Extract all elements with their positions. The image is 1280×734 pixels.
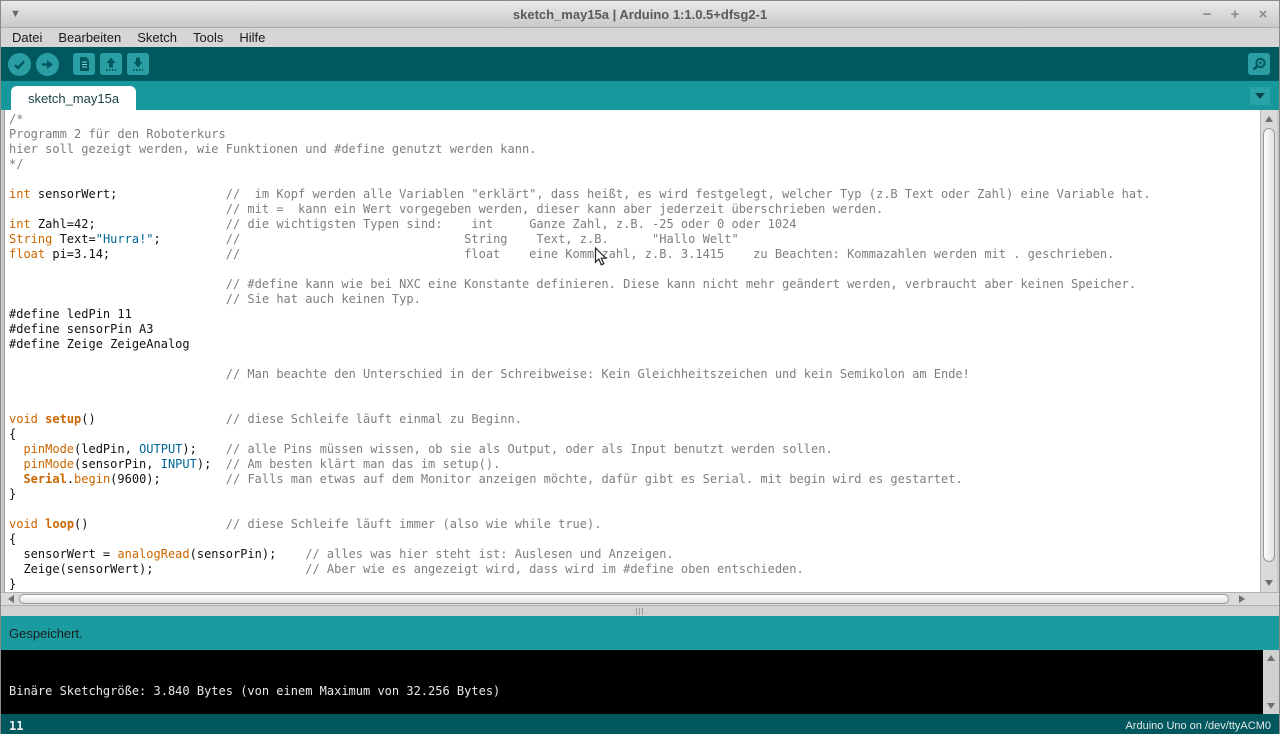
chevron-down-icon xyxy=(1255,93,1265,99)
verify-button[interactable] xyxy=(8,53,31,76)
scroll-left-icon[interactable] xyxy=(4,593,18,605)
document-icon xyxy=(76,56,92,72)
code-line xyxy=(9,352,1260,367)
arrow-down-tray-icon xyxy=(130,56,146,72)
upload-button[interactable] xyxy=(36,53,59,76)
tab-bar: sketch_may15a xyxy=(1,81,1279,110)
status-message: Gespeichert. xyxy=(9,626,83,641)
tab-sketch-may15a[interactable]: sketch_may15a xyxy=(11,86,136,110)
splitter-grip-icon xyxy=(636,608,645,615)
code-line: { xyxy=(9,427,1260,442)
code-line: // #define kann wie bei NXC eine Konstan… xyxy=(9,277,1260,292)
code-line: hier soll gezeigt werden, wie Funktionen… xyxy=(9,142,1260,157)
code-line xyxy=(9,382,1260,397)
board-port-info: Arduino Uno on /dev/ttyACM0 xyxy=(1125,720,1271,732)
scroll-up-icon[interactable] xyxy=(1261,112,1277,126)
code-line: #define ledPin 11 xyxy=(9,307,1260,322)
console-scroll-down-icon[interactable] xyxy=(1263,699,1279,713)
footer-status-bar: 11 Arduino Uno on /dev/ttyACM0 xyxy=(1,714,1279,734)
vertical-scrollbar-thumb[interactable] xyxy=(1263,128,1275,562)
console-scroll-up-icon[interactable] xyxy=(1263,651,1279,665)
scroll-right-icon[interactable] xyxy=(1235,593,1249,605)
code-line: pinMode(ledPin, OUTPUT); // alle Pins mü… xyxy=(9,442,1260,457)
code-line: float pi=3.14; // float eine Kommazahl, … xyxy=(9,247,1260,262)
code-line: // Man beachte den Unterschied in der Sc… xyxy=(9,367,1260,382)
code-line: // Sie hat auch keinen Typ. xyxy=(9,292,1260,307)
maximize-button[interactable]: + xyxy=(1227,7,1243,23)
line-number: 11 xyxy=(9,719,23,733)
code-line: } xyxy=(9,577,1260,592)
minimize-button[interactable]: − xyxy=(1199,7,1215,23)
new-sketch-button[interactable] xyxy=(73,53,95,75)
code-line: Programm 2 für den Roboterkurs xyxy=(9,127,1260,142)
code-line: } xyxy=(9,487,1260,502)
code-line: #define sensorPin A3 xyxy=(9,322,1260,337)
code-line xyxy=(9,262,1260,277)
code-line: // mit = kann ein Wert vorgegeben werden… xyxy=(9,202,1260,217)
scroll-down-icon[interactable] xyxy=(1261,576,1277,590)
tab-dropdown-button[interactable] xyxy=(1250,87,1270,105)
mouse-cursor xyxy=(594,247,608,267)
console-scrollbar[interactable] xyxy=(1263,650,1279,714)
code-line xyxy=(9,397,1260,412)
menu-item-hilfe[interactable]: Hilfe xyxy=(231,28,273,47)
code-line: */ xyxy=(9,157,1260,172)
arduino-ide-window: ▼ sketch_may15a | Arduino 1:1.0.5+dfsg2-… xyxy=(0,0,1280,734)
menu-item-datei[interactable]: Datei xyxy=(4,28,50,47)
console-output: Binäre Sketchgröße: 3.840 Bytes (von ein… xyxy=(1,650,1263,714)
code-line: Serial.begin(9600); // Falls man etwas a… xyxy=(9,472,1260,487)
console-splitter[interactable] xyxy=(1,606,1279,616)
menu-item-tools[interactable]: Tools xyxy=(185,28,231,47)
tab-label: sketch_may15a xyxy=(28,91,119,106)
horizontal-scrollbar-thumb[interactable] xyxy=(19,594,1229,604)
check-circle-icon xyxy=(12,57,27,72)
window-title: sketch_may15a | Arduino 1:1.0.5+dfsg2-1 xyxy=(1,7,1279,22)
code-line: void loop() // diese Schleife läuft imme… xyxy=(9,517,1260,532)
toolbar xyxy=(1,47,1279,81)
code-line: int sensorWert; // im Kopf werden alle V… xyxy=(9,187,1260,202)
code-line: pinMode(sensorPin, INPUT); // Am besten … xyxy=(9,457,1260,472)
code-line: Zeige(sensorWert); // Aber wie es angeze… xyxy=(9,562,1260,577)
code-line: String Text="Hurra!"; // String Text, z.… xyxy=(9,232,1260,247)
code-line: /* xyxy=(9,112,1260,127)
editor-vertical-scrollbar[interactable] xyxy=(1260,110,1277,592)
editor-horizontal-scrollbar[interactable] xyxy=(1,592,1279,606)
code-line: void setup() // diese Schleife läuft ein… xyxy=(9,412,1260,427)
code-line xyxy=(9,172,1260,187)
open-button[interactable] xyxy=(100,53,122,75)
code-line: int Zahl=42; // die wichtigsten Typen si… xyxy=(9,217,1260,232)
close-button[interactable]: × xyxy=(1255,7,1271,23)
code-line xyxy=(9,502,1260,517)
arrow-right-circle-icon xyxy=(40,57,55,72)
magnifier-icon xyxy=(1251,56,1268,73)
menu-item-bearbeiten[interactable]: Bearbeiten xyxy=(50,28,129,47)
code-line: sensorWert = analogRead(sensorPin); // a… xyxy=(9,547,1260,562)
arrow-up-tray-icon xyxy=(103,56,119,72)
serial-monitor-button[interactable] xyxy=(1248,53,1270,75)
code-editor[interactable]: /*Programm 2 für den Roboterkurshier sol… xyxy=(4,110,1260,592)
status-bar: Gespeichert. xyxy=(1,616,1279,650)
code-line: { xyxy=(9,532,1260,547)
console: Binäre Sketchgröße: 3.840 Bytes (von ein… xyxy=(1,650,1279,714)
menu-item-sketch[interactable]: Sketch xyxy=(129,28,185,47)
code-area: /*Programm 2 für den Roboterkurshier sol… xyxy=(5,110,1260,592)
title-bar[interactable]: ▼ sketch_may15a | Arduino 1:1.0.5+dfsg2-… xyxy=(1,1,1279,28)
save-button[interactable] xyxy=(127,53,149,75)
menu-bar: Datei Bearbeiten Sketch Tools Hilfe xyxy=(1,28,1279,47)
code-line: #define Zeige ZeigeAnalog xyxy=(9,337,1260,352)
